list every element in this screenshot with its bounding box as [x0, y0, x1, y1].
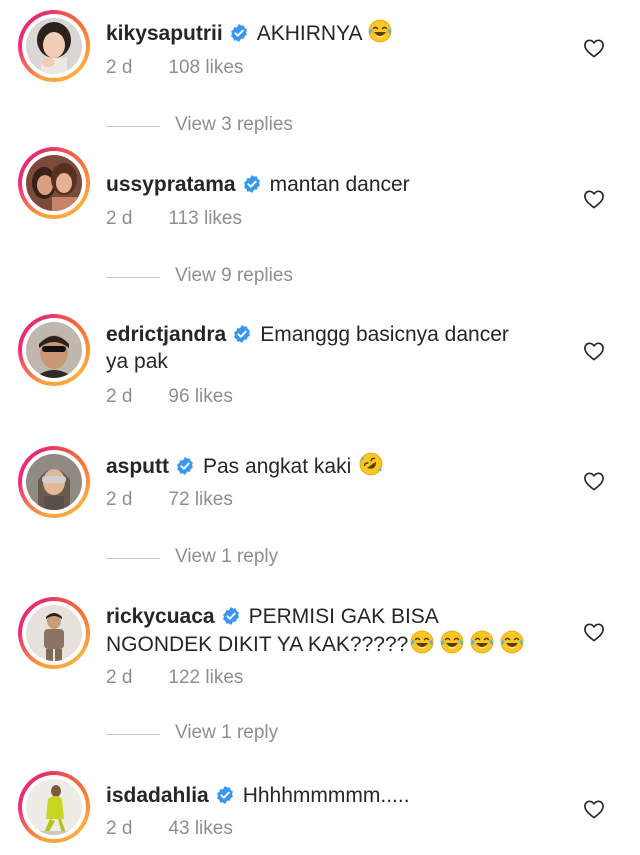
- comment-text: mantan dancer: [269, 173, 410, 196]
- face-with-tears-of-joy-icon: [440, 630, 464, 654]
- avatar-border: [22, 151, 86, 215]
- username[interactable]: asputt: [106, 455, 169, 478]
- avatar-photo: [26, 155, 82, 211]
- likes-count[interactable]: 113 likes: [168, 208, 242, 229]
- username[interactable]: isdadahlia: [106, 784, 209, 807]
- face-with-tears-of-joy-icon: [470, 630, 494, 654]
- avatar[interactable]: [18, 314, 90, 386]
- view-replies-label: View 1 reply: [175, 722, 279, 743]
- verified-badge-icon: [221, 606, 241, 626]
- avatar-photo: [26, 322, 82, 378]
- username[interactable]: edrictjandra: [106, 323, 226, 346]
- username[interactable]: rickycuaca: [106, 605, 215, 628]
- likes-count[interactable]: 122 likes: [168, 667, 243, 688]
- heart-outline-icon[interactable]: [583, 471, 605, 491]
- likes-count[interactable]: 43 likes: [168, 818, 232, 839]
- username[interactable]: kikysaputrii: [106, 22, 223, 45]
- comment-time: 2 d: [106, 57, 133, 78]
- face-with-tears-of-joy-icon: [410, 630, 434, 654]
- verified-badge-icon: [215, 785, 235, 805]
- comment-time: 2 d: [106, 667, 133, 688]
- view-replies-label: View 3 replies: [175, 114, 293, 135]
- avatar[interactable]: [18, 147, 90, 219]
- avatar-border: [22, 318, 86, 382]
- comment-text-line-2: NGONDEK DIKIT YA KAK?????: [106, 633, 409, 656]
- comment-text: Hhhhmmmmm.....: [242, 784, 410, 807]
- comment-time: 2 d: [106, 818, 133, 839]
- avatar-border: [22, 775, 86, 839]
- view-replies-label: View 1 reply: [175, 546, 279, 567]
- heart-outline-icon[interactable]: [583, 189, 605, 209]
- avatar-photo: [26, 779, 82, 835]
- heart-outline-icon[interactable]: [583, 622, 605, 642]
- avatar-photo: [26, 454, 82, 510]
- avatar-border: [22, 601, 86, 665]
- view-replies-label: View 9 replies: [175, 265, 293, 286]
- comment-text-line-1: Emanggg basicnya dancer: [260, 323, 509, 346]
- verified-badge-icon: [229, 23, 249, 43]
- avatar[interactable]: [18, 10, 90, 82]
- comment-text: Pas angkat kaki: [203, 455, 352, 478]
- avatar[interactable]: [18, 446, 90, 518]
- avatar-photo: [26, 18, 82, 74]
- verified-badge-icon: [232, 324, 252, 344]
- comment-time: 2 d: [106, 208, 133, 229]
- username[interactable]: ussypratama: [106, 173, 236, 196]
- replies-divider: [106, 277, 160, 278]
- heart-outline-icon[interactable]: [583, 38, 605, 58]
- likes-count[interactable]: 108 likes: [168, 57, 243, 78]
- heart-outline-icon[interactable]: [583, 799, 605, 819]
- comment-text: AKHIRNYA: [256, 22, 363, 45]
- comment-text-line-1: PERMISI GAK BISA: [248, 605, 439, 628]
- avatar[interactable]: [18, 597, 90, 669]
- avatar[interactable]: [18, 771, 90, 843]
- replies-divider: [106, 558, 160, 559]
- likes-count[interactable]: 96 likes: [168, 386, 232, 407]
- avatar-border: [22, 450, 86, 514]
- avatar-photo: [26, 605, 82, 661]
- comment-text-line-2: ya pak: [106, 350, 168, 373]
- face-with-tears-of-joy-icon: [500, 630, 524, 654]
- verified-badge-icon: [175, 456, 195, 476]
- comment-time: 2 d: [106, 386, 133, 407]
- rolling-on-floor-laughing-icon: [359, 452, 383, 476]
- replies-divider: [106, 126, 160, 127]
- avatar-border: [22, 14, 86, 78]
- face-with-tears-of-joy-icon: [368, 19, 392, 43]
- comment-time: 2 d: [106, 489, 133, 510]
- verified-badge-icon: [242, 174, 262, 194]
- heart-outline-icon[interactable]: [583, 341, 605, 361]
- likes-count[interactable]: 72 likes: [168, 489, 232, 510]
- replies-divider: [106, 734, 160, 735]
